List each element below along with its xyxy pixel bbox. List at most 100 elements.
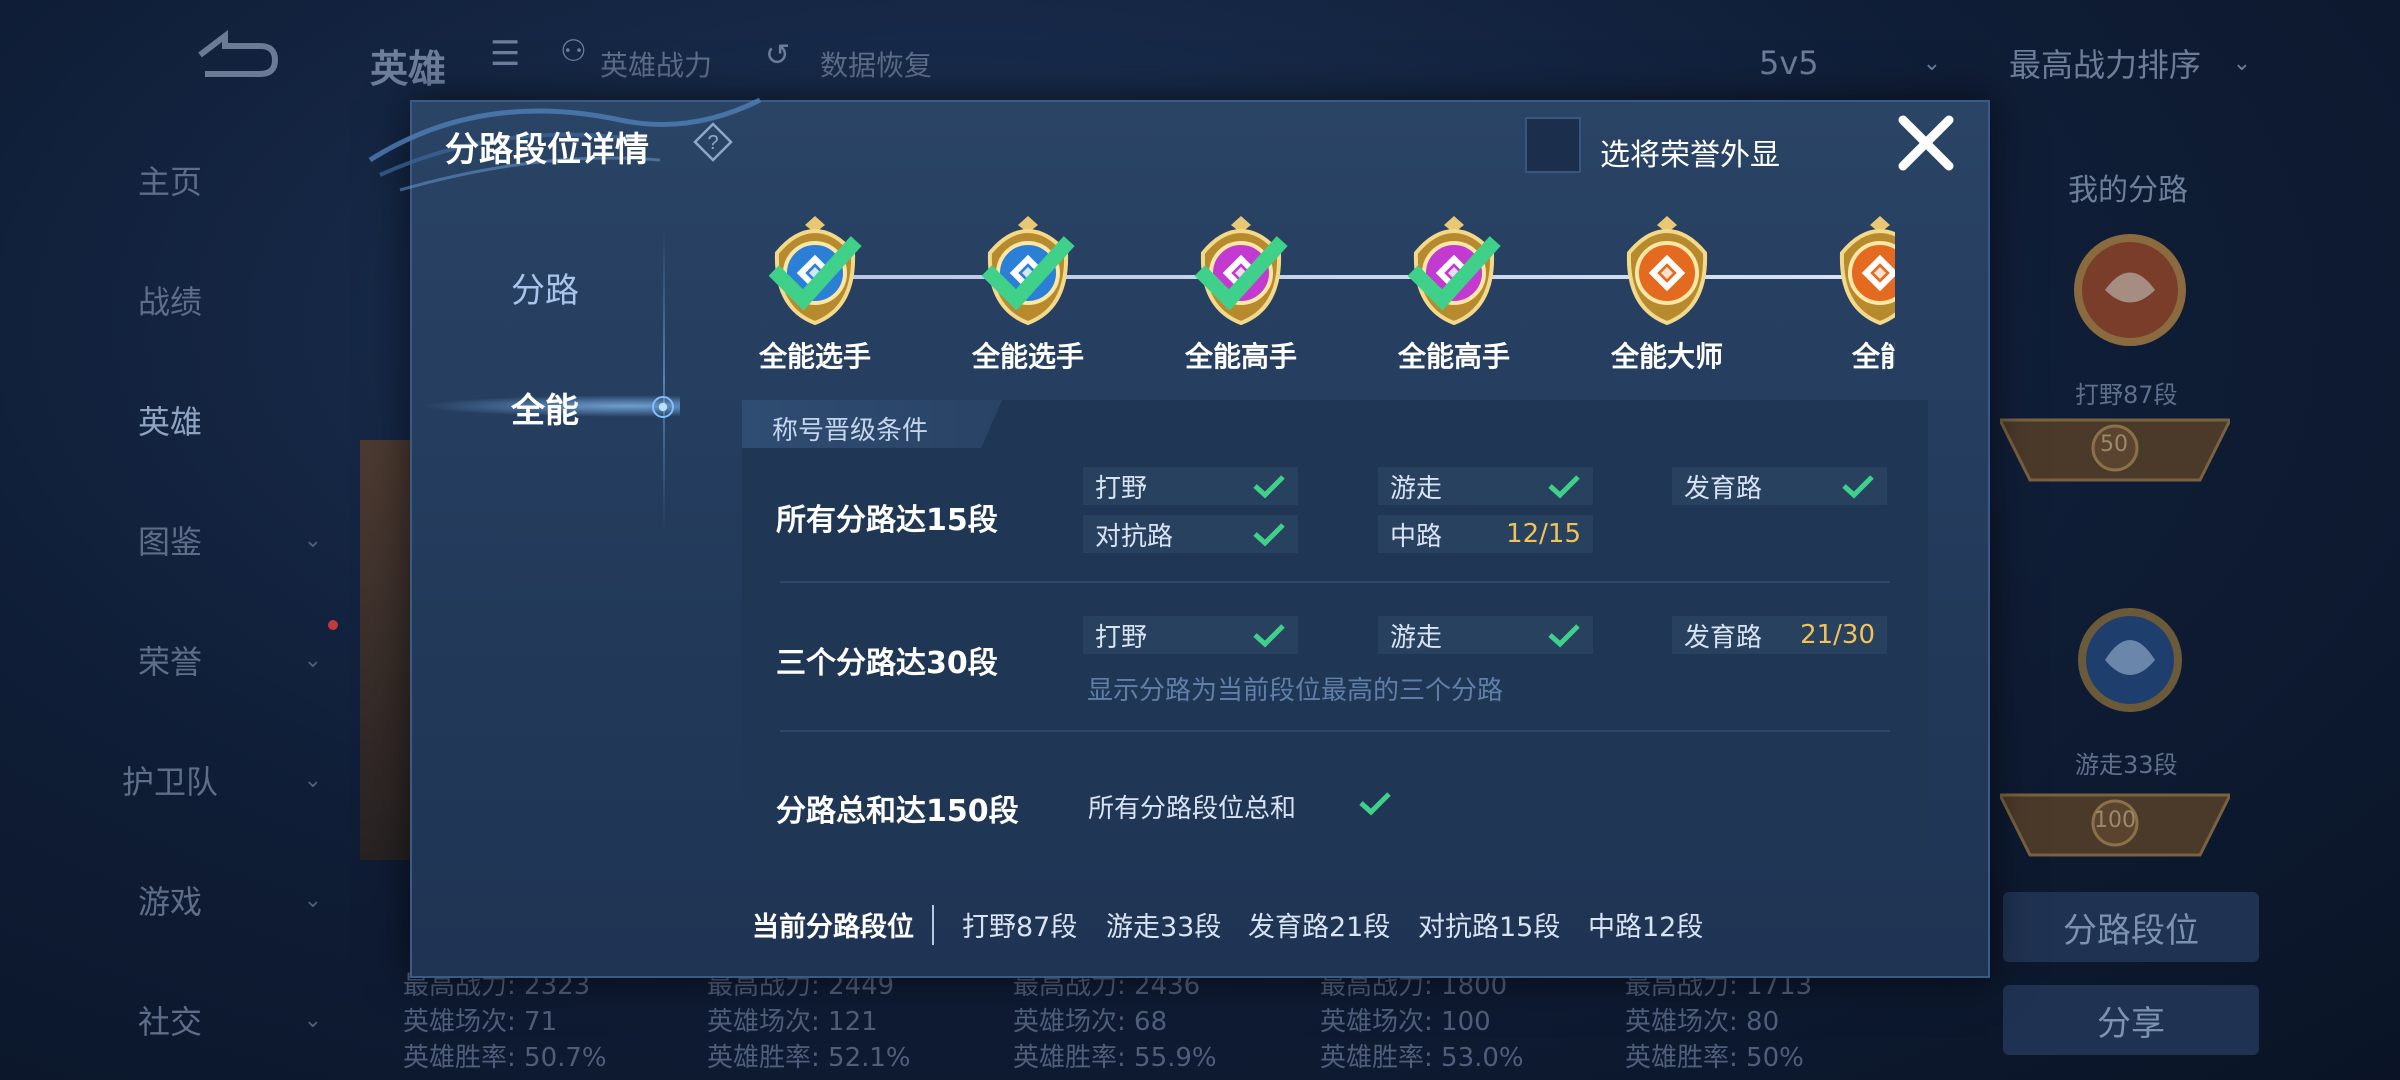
nav-item-record[interactable]: 战绩: [0, 265, 340, 335]
condition-chip: 对抗路: [1083, 515, 1298, 553]
roam-emblem: [2070, 600, 2190, 730]
nav-item-honor[interactable]: 荣誉 ⌄: [0, 625, 340, 695]
conditions-tab-label: 称号晋级条件: [772, 416, 929, 446]
jungle-badge-number: 50: [2100, 432, 2128, 457]
sort-select[interactable]: 最高战力排序 ⌄: [1995, 36, 2265, 90]
hero-winrate-value: 英雄胜率: 53.0%: [1320, 1043, 1524, 1073]
check-icon: [1842, 475, 1874, 499]
lane-name: 游走: [1390, 473, 1443, 504]
rank-node[interactable]: 全能选手: [953, 205, 1103, 380]
current-lane-ranks: 当前分路段位: [752, 905, 914, 944]
current-rank-item: 对抗路15段: [1418, 912, 1561, 943]
lane-name: 游走: [1390, 622, 1443, 653]
nav-label: 社交: [137, 1003, 202, 1041]
check-icon: [981, 236, 1075, 311]
mode-select[interactable]: 5v5 ⌄: [1745, 36, 1955, 90]
close-button[interactable]: [1895, 112, 1957, 174]
nav-label: 荣誉: [137, 643, 202, 681]
hero-card-stats: 最高战力: 2449 英雄场次: 121 英雄胜率: 52.1%: [707, 968, 911, 1076]
current-label: 当前分路段位: [752, 912, 914, 943]
current-rank-item: 打野87段: [962, 912, 1078, 943]
honor-display-label: 选将荣誉外显: [1600, 138, 1780, 173]
lane-name: 中路: [1390, 521, 1443, 552]
rank-node[interactable]: 全能大师: [1592, 205, 1742, 380]
chevron-down-icon: ⌄: [303, 1007, 322, 1033]
check-icon: [1253, 624, 1285, 648]
rank-track[interactable]: 全能选手 全能选手 全能高手 全能高手 全能大师 全能: [740, 205, 1895, 380]
chevron-down-icon: ⌄: [303, 887, 322, 913]
current-rank-item: 中路12段: [1588, 912, 1704, 943]
condition-title: 所有分路达15段: [776, 503, 998, 538]
rank-node[interactable]: 全能高手: [1166, 205, 1316, 380]
hero-matches-value: 英雄场次: 121: [707, 1007, 878, 1037]
rank-node[interactable]: 全能: [1805, 205, 1895, 380]
condition-chip: 发育路 21/30: [1672, 616, 1887, 654]
nav-label: 战绩: [137, 283, 202, 321]
hero-winrate-value: 英雄胜率: 52.1%: [707, 1043, 911, 1073]
nav-label: 游戏: [137, 883, 202, 921]
rank-label: 全能高手: [1184, 340, 1297, 373]
help-icon[interactable]: ?: [693, 122, 733, 162]
hero-card-stats: 最高战力: 2436 英雄场次: 68 英雄胜率: 55.9%: [1013, 968, 1217, 1076]
tab-label: 全能: [511, 390, 579, 431]
nav-label: 护卫队: [121, 763, 218, 801]
check-icon: [1194, 236, 1288, 311]
list-icon[interactable]: ☰: [490, 34, 520, 74]
rank-emblem-icon: [1626, 216, 1708, 326]
lane-name: 打野: [1095, 473, 1148, 504]
back-button[interactable]: [180, 29, 280, 80]
progress-value: 21/30: [1800, 620, 1875, 650]
nav-item-home[interactable]: 主页: [0, 145, 340, 215]
condition-chip: 发育路: [1672, 467, 1887, 505]
rank-node[interactable]: 全能高手: [1379, 205, 1529, 380]
condition-title: 三个分路达30段: [776, 646, 998, 681]
check-icon: [1548, 624, 1580, 648]
current-rank-item: 游走33段: [1106, 912, 1222, 943]
progress-value: 12/15: [1506, 519, 1581, 549]
nav-item-codex[interactable]: 图鉴 ⌄: [0, 505, 340, 575]
roam-badge-number: 100: [2094, 808, 2136, 833]
rank-node[interactable]: 全能选手: [740, 205, 890, 380]
honor-display-checkbox[interactable]: [1525, 117, 1581, 173]
nav-item-game[interactable]: 游戏 ⌄: [0, 865, 340, 935]
rank-emblem-icon: [1839, 216, 1895, 326]
rank-label: 全能大师: [1610, 340, 1723, 373]
back-arrow-icon: [198, 29, 279, 77]
modal-title: 分路段位详情: [445, 130, 649, 170]
tab-all-round[interactable]: 全能: [470, 380, 620, 434]
my-lanes-title: 我的分路: [2068, 173, 2188, 208]
nav-item-social[interactable]: 社交 ⌄: [0, 985, 340, 1055]
nav-label: 主页: [137, 163, 202, 201]
check-icon: [768, 236, 862, 311]
data-restore-link[interactable]: 数据恢复: [820, 44, 932, 84]
tab-lanes[interactable]: 分路: [470, 262, 620, 312]
nav-item-guard[interactable]: 护卫队 ⌄: [0, 745, 340, 815]
lane-name: 发育路: [1684, 622, 1763, 653]
check-icon: [1407, 236, 1501, 311]
hero-power-icon: ⚇: [560, 34, 587, 69]
mode-select-value: 5v5: [1759, 44, 1819, 82]
tab-label: 分路: [511, 270, 579, 311]
rank-label: 全能高手: [1397, 340, 1510, 373]
check-icon: [1253, 523, 1285, 547]
jungle-emblem: [2060, 220, 2200, 360]
sort-select-value: 最高战力排序: [2009, 46, 2202, 84]
condition-desc: 所有分路段位总和: [1088, 794, 1297, 824]
nav-item-heroes[interactable]: 英雄: [0, 385, 340, 455]
hero-card-stats: 最高战力: 1800 英雄场次: 100 英雄胜率: 53.0%: [1320, 968, 1524, 1076]
condition-note: 显示分路为当前段位最高的三个分路: [1087, 676, 1504, 706]
lane-name: 发育路: [1684, 473, 1763, 504]
hero-power-link[interactable]: 英雄战力: [600, 44, 712, 84]
condition-chip: 游走: [1378, 616, 1593, 654]
chevron-down-icon: ⌄: [1922, 50, 1941, 76]
chevron-down-icon: ⌄: [303, 647, 322, 673]
row-divider: [780, 581, 1890, 583]
lane-rank-button[interactable]: 分路段位: [2003, 892, 2259, 962]
chevron-down-icon: ⌄: [303, 767, 322, 793]
nav-label: 图鉴: [137, 523, 202, 561]
hero-matches-value: 英雄场次: 68: [1013, 1007, 1168, 1037]
share-button[interactable]: 分享: [2003, 985, 2259, 1055]
condition-chip: 打野: [1083, 616, 1298, 654]
chevron-down-icon: ⌄: [303, 527, 322, 553]
lane-name: 打野: [1095, 622, 1148, 653]
